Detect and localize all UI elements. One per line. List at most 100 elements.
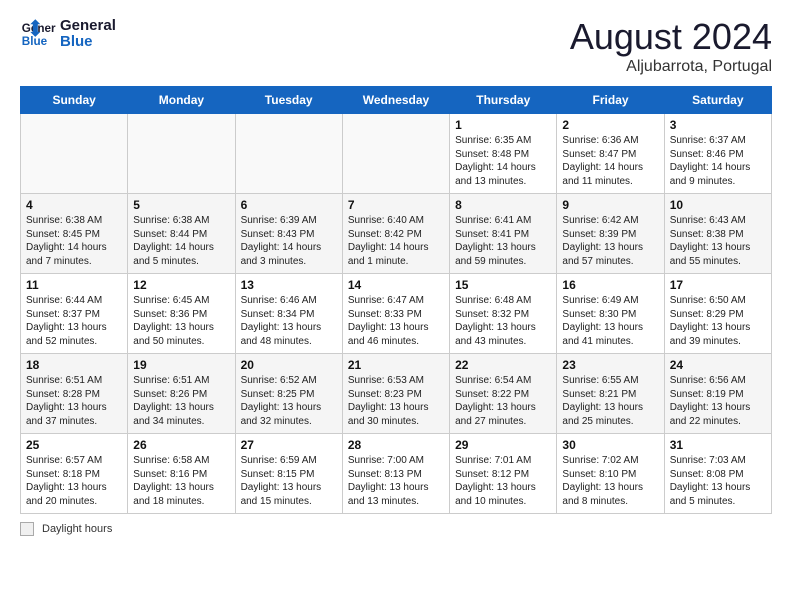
day-number: 22 (455, 358, 551, 372)
calendar-cell: 29 Sunrise: 7:01 AM Sunset: 8:12 PM Dayli… (450, 434, 557, 514)
day-number: 18 (26, 358, 122, 372)
calendar-cell: 12Sunrise: 6:45 AM Sunset: 8:36 PM Dayli… (128, 274, 235, 354)
weekday-header-saturday: Saturday (664, 87, 771, 114)
calendar-cell: 25Sunrise: 6:57 AM Sunset: 8:18 PM Dayli… (21, 434, 128, 514)
day-info: Sunrise: 6:46 AM Sunset: 8:34 PM Dayligh… (241, 294, 337, 348)
page-header: General Blue General Blue August 2024 Al… (20, 16, 772, 76)
day-number: 14 (348, 278, 444, 292)
calendar-cell: 1 Sunrise: 6:35 AM Sunset: 8:48 PM Daylig… (450, 114, 557, 194)
calendar-cell: 5 Sunrise: 6:38 AM Sunset: 8:44 PM Daylig… (128, 194, 235, 274)
day-info: Sunrise: 6:52 AM Sunset: 8:25 PM Dayligh… (241, 374, 337, 428)
day-number: 10 (670, 198, 766, 212)
day-info: Sunrise: 6:55 AM Sunset: 8:21 PM Dayligh… (562, 374, 658, 428)
calendar-cell: 31Sunrise: 7:03 AM Sunset: 8:08 PM Dayli… (664, 434, 771, 514)
day-number: 12 (133, 278, 229, 292)
weekday-header-wednesday: Wednesday (342, 87, 449, 114)
day-number: 9 (562, 198, 658, 212)
day-number: 19 (133, 358, 229, 372)
day-number: 26 (133, 438, 229, 452)
day-number: 17 (670, 278, 766, 292)
day-info: Sunrise: 7:01 AM Sunset: 8:12 PM Dayligh… (455, 454, 551, 508)
calendar-week-row: 25Sunrise: 6:57 AM Sunset: 8:18 PM Dayli… (21, 434, 772, 514)
day-info: Sunrise: 6:41 AM Sunset: 8:41 PM Dayligh… (455, 214, 551, 268)
day-info: Sunrise: 6:47 AM Sunset: 8:33 PM Dayligh… (348, 294, 444, 348)
day-info: Sunrise: 6:57 AM Sunset: 8:18 PM Dayligh… (26, 454, 122, 508)
calendar-cell: 18 Sunrise: 6:51 AM Sunset: 8:28 PM Dayli… (21, 354, 128, 434)
calendar-cell: 19 Sunrise: 6:51 AM Sunset: 8:26 PM Dayli… (128, 354, 235, 434)
day-number: 24 (670, 358, 766, 372)
legend-label: Daylight hours (42, 523, 112, 535)
day-info: Sunrise: 6:51 AM Sunset: 8:26 PM Dayligh… (133, 374, 229, 428)
day-info: Sunrise: 6:49 AM Sunset: 8:30 PM Dayligh… (562, 294, 658, 348)
logo-line1: General (60, 18, 116, 35)
day-info: Sunrise: 6:40 AM Sunset: 8:42 PM Dayligh… (348, 214, 444, 268)
day-info: Sunrise: 6:50 AM Sunset: 8:29 PM Dayligh… (670, 294, 766, 348)
month-year: August 2024 (570, 16, 772, 58)
calendar-cell: 30Sunrise: 7:02 AM Sunset: 8:10 PM Dayli… (557, 434, 664, 514)
calendar-cell: 15 Sunrise: 6:48 AM Sunset: 8:32 PM Dayli… (450, 274, 557, 354)
logo-line2: Blue (60, 34, 116, 51)
calendar-cell: 16Sunrise: 6:49 AM Sunset: 8:30 PM Dayli… (557, 274, 664, 354)
day-number: 28 (348, 438, 444, 452)
calendar-week-row: 11 Sunrise: 6:44 AM Sunset: 8:37 PM Dayli… (21, 274, 772, 354)
day-number: 27 (241, 438, 337, 452)
day-number: 11 (26, 278, 122, 292)
day-number: 2 (562, 118, 658, 132)
day-info: Sunrise: 6:42 AM Sunset: 8:39 PM Dayligh… (562, 214, 658, 268)
day-info: Sunrise: 6:59 AM Sunset: 8:15 PM Dayligh… (241, 454, 337, 508)
calendar-cell: 3 Sunrise: 6:37 AM Sunset: 8:46 PM Daylig… (664, 114, 771, 194)
day-info: Sunrise: 6:38 AM Sunset: 8:44 PM Dayligh… (133, 214, 229, 268)
calendar-cell: 9 Sunrise: 6:42 AM Sunset: 8:39 PM Daylig… (557, 194, 664, 274)
day-info: Sunrise: 6:56 AM Sunset: 8:19 PM Dayligh… (670, 374, 766, 428)
day-info: Sunrise: 6:54 AM Sunset: 8:22 PM Dayligh… (455, 374, 551, 428)
calendar-cell: 28 Sunrise: 7:00 AM Sunset: 8:13 PM Dayli… (342, 434, 449, 514)
weekday-header-sunday: Sunday (21, 87, 128, 114)
day-info: Sunrise: 6:51 AM Sunset: 8:28 PM Dayligh… (26, 374, 122, 428)
day-number: 29 (455, 438, 551, 452)
day-info: Sunrise: 6:36 AM Sunset: 8:47 PM Dayligh… (562, 134, 658, 188)
day-info: Sunrise: 6:44 AM Sunset: 8:37 PM Dayligh… (26, 294, 122, 348)
weekday-header-row: SundayMondayTuesdayWednesdayThursdayFrid… (21, 87, 772, 114)
day-number: 3 (670, 118, 766, 132)
calendar-cell: 21 Sunrise: 6:53 AM Sunset: 8:23 PM Dayli… (342, 354, 449, 434)
calendar-cell: 7 Sunrise: 6:40 AM Sunset: 8:42 PM Daylig… (342, 194, 449, 274)
calendar-cell: 17 Sunrise: 6:50 AM Sunset: 8:29 PM Dayli… (664, 274, 771, 354)
day-number: 5 (133, 198, 229, 212)
calendar-week-row: 1 Sunrise: 6:35 AM Sunset: 8:48 PM Daylig… (21, 114, 772, 194)
day-info: Sunrise: 6:58 AM Sunset: 8:16 PM Dayligh… (133, 454, 229, 508)
calendar-cell: 2 Sunrise: 6:36 AM Sunset: 8:47 PM Daylig… (557, 114, 664, 194)
calendar-cell: 27 Sunrise: 6:59 AM Sunset: 8:15 PM Dayli… (235, 434, 342, 514)
day-info: Sunrise: 6:53 AM Sunset: 8:23 PM Dayligh… (348, 374, 444, 428)
calendar-cell: 22 Sunrise: 6:54 AM Sunset: 8:22 PM Dayli… (450, 354, 557, 434)
calendar-cell: 26 Sunrise: 6:58 AM Sunset: 8:16 PM Dayli… (128, 434, 235, 514)
day-number: 31 (670, 438, 766, 452)
calendar-cell: 24 Sunrise: 6:56 AM Sunset: 8:19 PM Dayli… (664, 354, 771, 434)
day-number: 6 (241, 198, 337, 212)
weekday-header-thursday: Thursday (450, 87, 557, 114)
calendar-week-row: 18 Sunrise: 6:51 AM Sunset: 8:28 PM Dayli… (21, 354, 772, 434)
title-block: August 2024 Aljubarrota, Portugal (570, 16, 772, 76)
day-number: 1 (455, 118, 551, 132)
day-number: 15 (455, 278, 551, 292)
logo: General Blue General Blue (20, 16, 116, 52)
day-info: Sunrise: 7:00 AM Sunset: 8:13 PM Dayligh… (348, 454, 444, 508)
calendar-cell: 8Sunrise: 6:41 AM Sunset: 8:41 PM Daylig… (450, 194, 557, 274)
day-info: Sunrise: 6:43 AM Sunset: 8:38 PM Dayligh… (670, 214, 766, 268)
logo-icon: General Blue (20, 16, 56, 52)
legend-box (20, 522, 34, 536)
day-info: Sunrise: 6:48 AM Sunset: 8:32 PM Dayligh… (455, 294, 551, 348)
calendar-cell: 6Sunrise: 6:39 AM Sunset: 8:43 PM Daylig… (235, 194, 342, 274)
day-number: 13 (241, 278, 337, 292)
legend: Daylight hours (20, 522, 772, 536)
day-number: 7 (348, 198, 444, 212)
calendar-cell (21, 114, 128, 194)
weekday-header-friday: Friday (557, 87, 664, 114)
day-info: Sunrise: 6:35 AM Sunset: 8:48 PM Dayligh… (455, 134, 551, 188)
day-info: Sunrise: 6:37 AM Sunset: 8:46 PM Dayligh… (670, 134, 766, 188)
calendar-cell: 13 Sunrise: 6:46 AM Sunset: 8:34 PM Dayli… (235, 274, 342, 354)
calendar-table: SundayMondayTuesdayWednesdayThursdayFrid… (20, 86, 772, 514)
day-number: 30 (562, 438, 658, 452)
day-number: 21 (348, 358, 444, 372)
day-info: Sunrise: 6:38 AM Sunset: 8:45 PM Dayligh… (26, 214, 122, 268)
day-number: 4 (26, 198, 122, 212)
